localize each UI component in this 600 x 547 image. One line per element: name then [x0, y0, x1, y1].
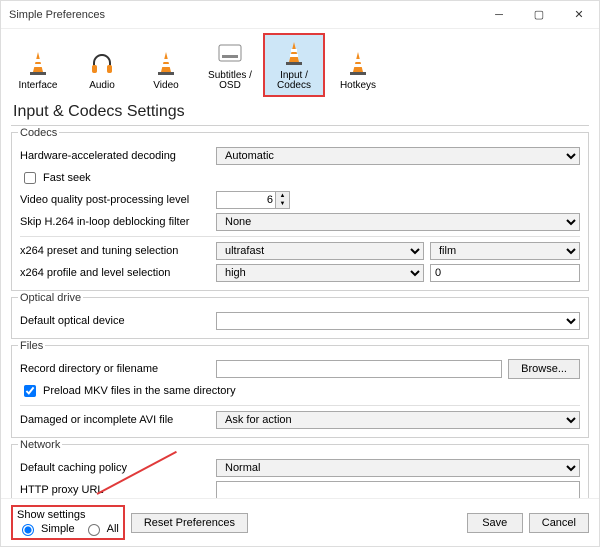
group-legend: Optical drive: [18, 292, 83, 304]
x264-preset-label: x264 preset and tuning selection: [20, 245, 210, 257]
group-files: Files Record directory or filename Brows…: [11, 345, 589, 438]
skip-h264-label: Skip H.264 in-loop deblocking filter: [20, 216, 210, 228]
damaged-avi-label: Damaged or incomplete AVI file: [20, 414, 210, 426]
tab-label: Subtitles / OSD: [201, 71, 259, 91]
caching-label: Default caching policy: [20, 462, 210, 474]
spinner[interactable]: ▲▼: [276, 191, 290, 209]
cone-icon: [150, 47, 182, 79]
maximize-button[interactable]: ▢: [519, 1, 559, 29]
save-button[interactable]: Save: [467, 513, 523, 533]
group-legend: Codecs: [18, 127, 59, 139]
group-codecs: Codecs Hardware-accelerated decoding Aut…: [11, 132, 589, 291]
fast-seek-checkbox[interactable]: [24, 172, 36, 184]
show-all-label: All: [107, 523, 119, 535]
tab-label: Hotkeys: [340, 81, 376, 91]
show-settings-box: Show settings Simple All: [11, 505, 125, 540]
skip-h264-select[interactable]: None: [216, 213, 580, 231]
reset-preferences-button[interactable]: Reset Preferences: [131, 513, 248, 533]
divider: [20, 405, 580, 406]
fast-seek-label: Fast seek: [43, 172, 91, 184]
cone-icon: [22, 47, 54, 79]
optical-device-label: Default optical device: [20, 315, 210, 327]
damaged-avi-select[interactable]: Ask for action: [216, 411, 580, 429]
browse-button[interactable]: Browse...: [508, 359, 580, 379]
tab-label: Input / Codecs: [265, 71, 323, 91]
close-button[interactable]: ✕: [559, 1, 599, 29]
show-settings-label: Show settings: [17, 509, 119, 521]
titlebar: Simple Preferences ─ ▢ ✕: [1, 1, 599, 29]
tab-label: Video: [153, 81, 178, 91]
tab-label: Interface: [19, 81, 58, 91]
show-simple-label: Simple: [41, 523, 75, 535]
tab-input-codecs[interactable]: Input / Codecs: [263, 33, 325, 97]
minimize-button[interactable]: ─: [479, 1, 519, 29]
tab-subtitles[interactable]: Subtitles / OSD: [199, 33, 261, 97]
group-legend: Network: [18, 439, 62, 451]
cancel-button[interactable]: Cancel: [529, 513, 589, 533]
category-tabs: Interface Audio Video Subtitles / OSD In…: [1, 29, 599, 97]
x264-profile-select[interactable]: high: [216, 264, 424, 282]
video-quality-input[interactable]: [216, 191, 276, 209]
group-optical: Optical drive Default optical device: [11, 297, 589, 339]
group-network: Network Default caching policy Normal HT…: [11, 444, 589, 498]
record-dir-input[interactable]: [216, 360, 502, 378]
tab-interface[interactable]: Interface: [7, 33, 69, 97]
group-legend: Files: [18, 340, 45, 352]
tab-audio[interactable]: Audio: [71, 33, 133, 97]
divider: [20, 236, 580, 237]
x264-level-input[interactable]: [430, 264, 580, 282]
hw-decoding-select[interactable]: Automatic: [216, 147, 580, 165]
cone-icon: [278, 37, 310, 69]
footer: Show settings Simple All Reset Preferenc…: [1, 498, 599, 546]
content-area: Codecs Hardware-accelerated decoding Aut…: [1, 126, 599, 498]
record-dir-label: Record directory or filename: [20, 363, 210, 375]
cone-icon: [342, 47, 374, 79]
x264-profile-label: x264 profile and level selection: [20, 267, 210, 279]
tab-video[interactable]: Video: [135, 33, 197, 97]
headphones-icon: [86, 47, 118, 79]
caching-select[interactable]: Normal: [216, 459, 580, 477]
tab-label: Audio: [89, 81, 115, 91]
preload-mkv-label: Preload MKV files in the same directory: [43, 385, 236, 397]
show-all-radio[interactable]: [88, 524, 100, 536]
subtitles-icon: [214, 37, 246, 69]
show-simple-radio[interactable]: [22, 524, 34, 536]
preload-mkv-checkbox[interactable]: [24, 385, 36, 397]
video-quality-label: Video quality post-processing level: [20, 194, 210, 206]
optical-device-select[interactable]: [216, 312, 580, 330]
x264-tuning-select[interactable]: film: [430, 242, 580, 260]
x264-preset-select[interactable]: ultrafast: [216, 242, 424, 260]
tab-hotkeys[interactable]: Hotkeys: [327, 33, 389, 97]
proxy-input[interactable]: [216, 481, 580, 498]
window-title: Simple Preferences: [9, 9, 479, 21]
page-title: Input & Codecs Settings: [1, 97, 599, 125]
proxy-label: HTTP proxy URL: [20, 484, 210, 496]
hw-decoding-label: Hardware-accelerated decoding: [20, 150, 210, 162]
